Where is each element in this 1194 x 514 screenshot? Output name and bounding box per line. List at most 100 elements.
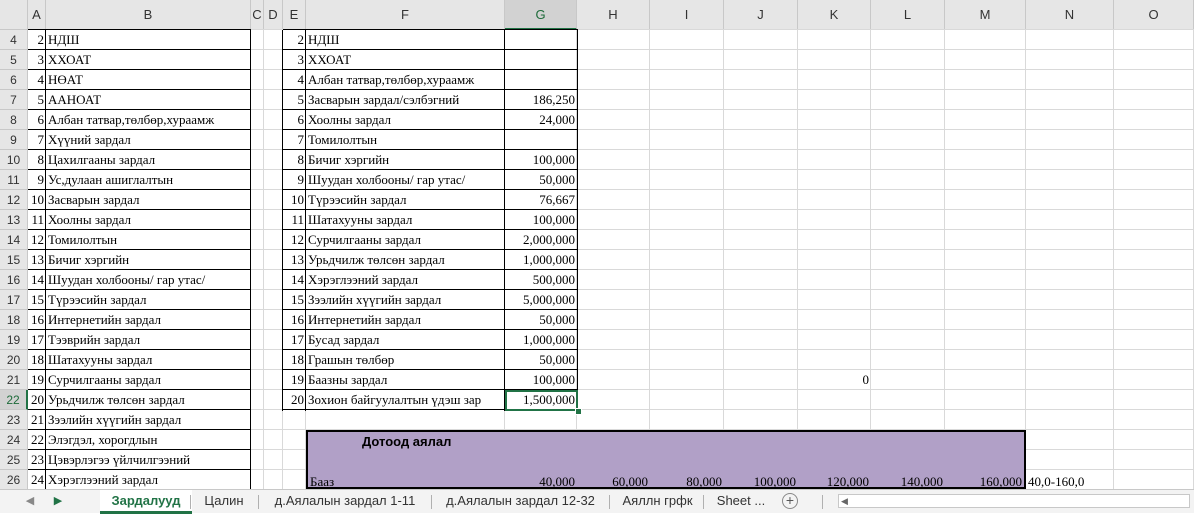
base-value-cell[interactable]: 160,000 <box>945 472 1024 489</box>
row-header[interactable]: 25 <box>0 450 28 470</box>
budget-amount-cell[interactable]: 100,000 <box>505 370 577 390</box>
list-index-cell[interactable]: 2 <box>28 30 46 50</box>
expense-name-cell[interactable]: Тээврийн зардал <box>46 330 251 350</box>
expense-name-cell[interactable]: Түрээсийн зардал <box>46 290 251 310</box>
column-header-a[interactable]: A <box>28 0 46 30</box>
tab-tsalin[interactable]: Цалин <box>195 490 253 513</box>
row-header[interactable]: 12 <box>0 190 28 210</box>
budget-expense-cell[interactable]: Албан татвар,төлбөр,хураамж <box>306 70 505 90</box>
budget-amount-cell[interactable]: 100,000 <box>505 150 577 170</box>
row-header[interactable]: 13 <box>0 210 28 230</box>
budget-expense-cell[interactable]: Засварын зардал/сэлбэгний <box>306 90 505 110</box>
row-header[interactable]: 23 <box>0 410 28 430</box>
expense-name-cell[interactable]: ХХОАТ <box>46 50 251 70</box>
column-header-d[interactable]: D <box>264 0 283 30</box>
expense-name-cell[interactable]: Шатахууны зардал <box>46 350 251 370</box>
base-value-cell[interactable]: 40,000 <box>505 472 577 489</box>
expense-name-cell[interactable]: НӨАТ <box>46 70 251 90</box>
budget-index-cell[interactable]: 6 <box>283 110 306 130</box>
budget-index-cell[interactable]: 11 <box>283 210 306 230</box>
row-header[interactable]: 24 <box>0 430 28 450</box>
budget-expense-cell[interactable]: Зээлийн хүүгийн зардал <box>306 290 505 310</box>
budget-expense-cell[interactable]: Бусад зардал <box>306 330 505 350</box>
budget-amount-cell[interactable]: 5,000,000 <box>505 290 577 310</box>
base-value-cell[interactable]: 120,000 <box>798 472 871 489</box>
budget-expense-cell[interactable]: Сурчилгааны зардал <box>306 230 505 250</box>
budget-index-cell[interactable]: 18 <box>283 350 306 370</box>
horizontal-scrollbar[interactable]: ◀ <box>838 494 1190 508</box>
select-all-corner[interactable] <box>0 0 28 30</box>
column-header-i[interactable]: I <box>650 0 724 30</box>
expense-name-cell[interactable]: Сурчилгааны зардал <box>46 370 251 390</box>
base-value-cell[interactable]: 140,000 <box>871 472 945 489</box>
budget-expense-cell[interactable]: Бичиг хэргийн <box>306 150 505 170</box>
budget-index-cell[interactable]: 8 <box>283 150 306 170</box>
budget-amount-cell[interactable]: 2,000,000 <box>505 230 577 250</box>
budget-amount-cell[interactable] <box>505 130 577 150</box>
column-header-e[interactable]: E <box>283 0 306 30</box>
column-header-k[interactable]: K <box>798 0 871 30</box>
tab-ayalal-12-32[interactable]: д.Аялалын зардал 12-32 <box>436 490 605 513</box>
list-index-cell[interactable]: 7 <box>28 130 46 150</box>
column-header-c[interactable]: C <box>251 0 264 30</box>
spreadsheet-grid[interactable]: ABCDEFGHIJKLMNO 4 5 6 7 8 9 10 11 12 13 14 15 16 17 18… <box>0 0 1194 489</box>
budget-expense-cell[interactable]: Хоолны зардал <box>306 110 505 130</box>
row-header[interactable]: 17 <box>0 290 28 310</box>
trip-table-title[interactable]: Дотоод аялал <box>360 432 560 452</box>
expense-name-cell[interactable]: ААНОАТ <box>46 90 251 110</box>
budget-index-cell[interactable]: 3 <box>283 50 306 70</box>
budget-amount-cell[interactable]: 1,000,000 <box>505 250 577 270</box>
list-index-cell[interactable]: 3 <box>28 50 46 70</box>
column-header-n[interactable]: N <box>1026 0 1114 30</box>
add-sheet-button[interactable]: + <box>782 493 798 509</box>
row-header[interactable]: 22 <box>0 390 28 410</box>
column-header-l[interactable]: L <box>871 0 945 30</box>
list-index-cell[interactable]: 10 <box>28 190 46 210</box>
row-header[interactable]: 21 <box>0 370 28 390</box>
budget-expense-cell[interactable]: Түрээсийн зардал <box>306 190 505 210</box>
expense-name-cell[interactable]: Цахилгааны зардал <box>46 150 251 170</box>
budget-index-cell[interactable]: 10 <box>283 190 306 210</box>
budget-expense-cell[interactable]: Урьдчилж төлсөн зардал <box>306 250 505 270</box>
expense-name-cell[interactable]: Элэгдэл, хорогдлын <box>46 430 251 450</box>
expense-name-cell[interactable]: Шуудан холбооны/ гар утас/ <box>46 270 251 290</box>
expense-name-cell[interactable]: Бичиг хэргийн <box>46 250 251 270</box>
list-index-cell[interactable]: 15 <box>28 290 46 310</box>
value-cell[interactable]: 0 <box>798 370 871 390</box>
expense-name-cell[interactable]: Хүүний зардал <box>46 130 251 150</box>
column-header-g[interactable]: G <box>505 0 577 30</box>
list-index-cell[interactable]: 23 <box>28 450 46 470</box>
budget-expense-cell[interactable]: Шуудан холбооны/ гар утас/ <box>306 170 505 190</box>
budget-amount-cell[interactable] <box>505 30 577 50</box>
column-header-m[interactable]: M <box>945 0 1026 30</box>
next-sheet-icon[interactable]: ▶ <box>48 490 68 513</box>
list-index-cell[interactable]: 12 <box>28 230 46 250</box>
list-index-cell[interactable]: 9 <box>28 170 46 190</box>
base-value-cell[interactable]: 60,000 <box>577 472 650 489</box>
column-header-f[interactable]: F <box>306 0 505 30</box>
list-index-cell[interactable]: 21 <box>28 410 46 430</box>
list-index-cell[interactable]: 20 <box>28 390 46 410</box>
budget-amount-cell[interactable]: 1,000,000 <box>505 330 577 350</box>
column-header-o[interactable]: O <box>1114 0 1194 30</box>
budget-index-cell[interactable]: 5 <box>283 90 306 110</box>
list-index-cell[interactable]: 22 <box>28 430 46 450</box>
active-cell-selection[interactable] <box>505 390 578 411</box>
row-header[interactable]: 19 <box>0 330 28 350</box>
budget-expense-cell[interactable]: Баазны зардал <box>306 370 505 390</box>
budget-amount-cell[interactable]: 500,000 <box>505 270 577 290</box>
base-value-cell[interactable]: 100,000 <box>724 472 798 489</box>
list-index-cell[interactable]: 4 <box>28 70 46 90</box>
budget-index-cell[interactable]: 7 <box>283 130 306 150</box>
budget-amount-cell[interactable] <box>505 50 577 70</box>
row-header[interactable]: 9 <box>0 130 28 150</box>
row-header[interactable]: 16 <box>0 270 28 290</box>
fill-handle[interactable] <box>575 408 582 415</box>
budget-amount-cell[interactable]: 186,250 <box>505 90 577 110</box>
list-index-cell[interactable]: 5 <box>28 90 46 110</box>
budget-amount-cell[interactable]: 50,000 <box>505 310 577 330</box>
budget-amount-cell[interactable]: 76,667 <box>505 190 577 210</box>
row-header[interactable]: 26 <box>0 470 28 489</box>
expense-name-cell[interactable]: НДШ <box>46 30 251 50</box>
budget-expense-cell[interactable]: Томилолтын <box>306 130 505 150</box>
